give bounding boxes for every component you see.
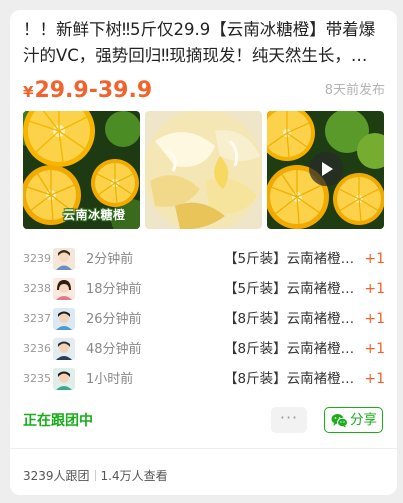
wechat-icon	[331, 413, 348, 432]
price-range: ¥29.9-39.9	[23, 78, 153, 103]
price-row: ¥29.9-39.9 8天前发布	[23, 77, 385, 105]
avatar	[53, 338, 75, 360]
more-button[interactable]: ···	[271, 407, 307, 433]
order-row: 3236 48分钟前 【8斤装】云南褚橙… +1	[23, 334, 385, 364]
product-image-1[interactable]: 云南冰糖橙	[23, 111, 140, 229]
order-quantity: +1	[364, 371, 385, 387]
order-product: 【5斤装】云南褚橙…	[224, 251, 355, 267]
order-quantity: +1	[364, 251, 385, 267]
order-number: 3238	[23, 282, 51, 295]
publish-time: 8天前发布	[324, 83, 385, 98]
order-number: 3237	[23, 312, 51, 325]
order-row: 3237 26分钟前 【8斤装】云南褚橙… +1	[23, 304, 385, 334]
order-time: 48分钟前	[86, 342, 142, 357]
order-quantity: +1	[364, 281, 385, 297]
joined-count: 3239人跟团	[23, 469, 90, 483]
share-button[interactable]: 分享	[324, 407, 383, 433]
group-buy-card[interactable]: ！！新鲜下树‼5斤仅29.9【云南冰糖橙】带着爆汁的VC，强势回归‼现摘现发！纯…	[10, 10, 397, 495]
order-time: 26分钟前	[86, 312, 142, 327]
stats-footer: 3239人跟团 1.4万人查看	[23, 468, 168, 484]
order-row: 3239 2分钟前 【5斤装】云南褚橙… +1	[23, 244, 385, 274]
order-product: 【8斤装】云南褚橙…	[224, 341, 355, 357]
post-title[interactable]: ！！新鲜下树‼5斤仅29.9【云南冰糖橙】带着爆汁的VC，强势回归‼现摘现发！纯…	[23, 17, 388, 69]
order-product: 【5斤装】云南褚橙…	[224, 281, 355, 297]
order-row: 3235 1小时前 【8斤装】云南褚橙… +1	[23, 364, 385, 394]
order-time: 1小时前	[86, 372, 134, 387]
order-number: 3235	[23, 372, 51, 385]
order-product: 【8斤装】云南褚橙…	[224, 311, 355, 327]
view-count: 1.4万人查看	[100, 469, 168, 483]
order-quantity: +1	[364, 311, 385, 327]
avatar	[53, 278, 75, 300]
product-video[interactable]	[267, 111, 384, 229]
footer-separator	[94, 470, 96, 481]
order-product: 【8斤装】云南褚橙…	[224, 371, 355, 387]
divider	[10, 448, 397, 449]
avatar	[53, 308, 75, 330]
share-label: 分享	[350, 412, 377, 428]
product-image-2[interactable]	[145, 111, 262, 229]
avatar	[53, 368, 75, 390]
group-status: 正在跟团中	[23, 413, 93, 429]
avatar	[53, 248, 75, 270]
play-icon[interactable]	[309, 152, 343, 186]
order-row: 3238 18分钟前 【5斤装】云南褚橙… +1	[23, 274, 385, 304]
image-caption: 云南冰糖橙	[63, 208, 126, 222]
order-number: 3239	[23, 252, 51, 265]
order-quantity: +1	[364, 341, 385, 357]
order-number: 3236	[23, 342, 51, 355]
order-time: 2分钟前	[86, 252, 134, 267]
image-gallery: 云南冰糖橙	[23, 111, 384, 229]
order-time: 18分钟前	[86, 282, 142, 297]
